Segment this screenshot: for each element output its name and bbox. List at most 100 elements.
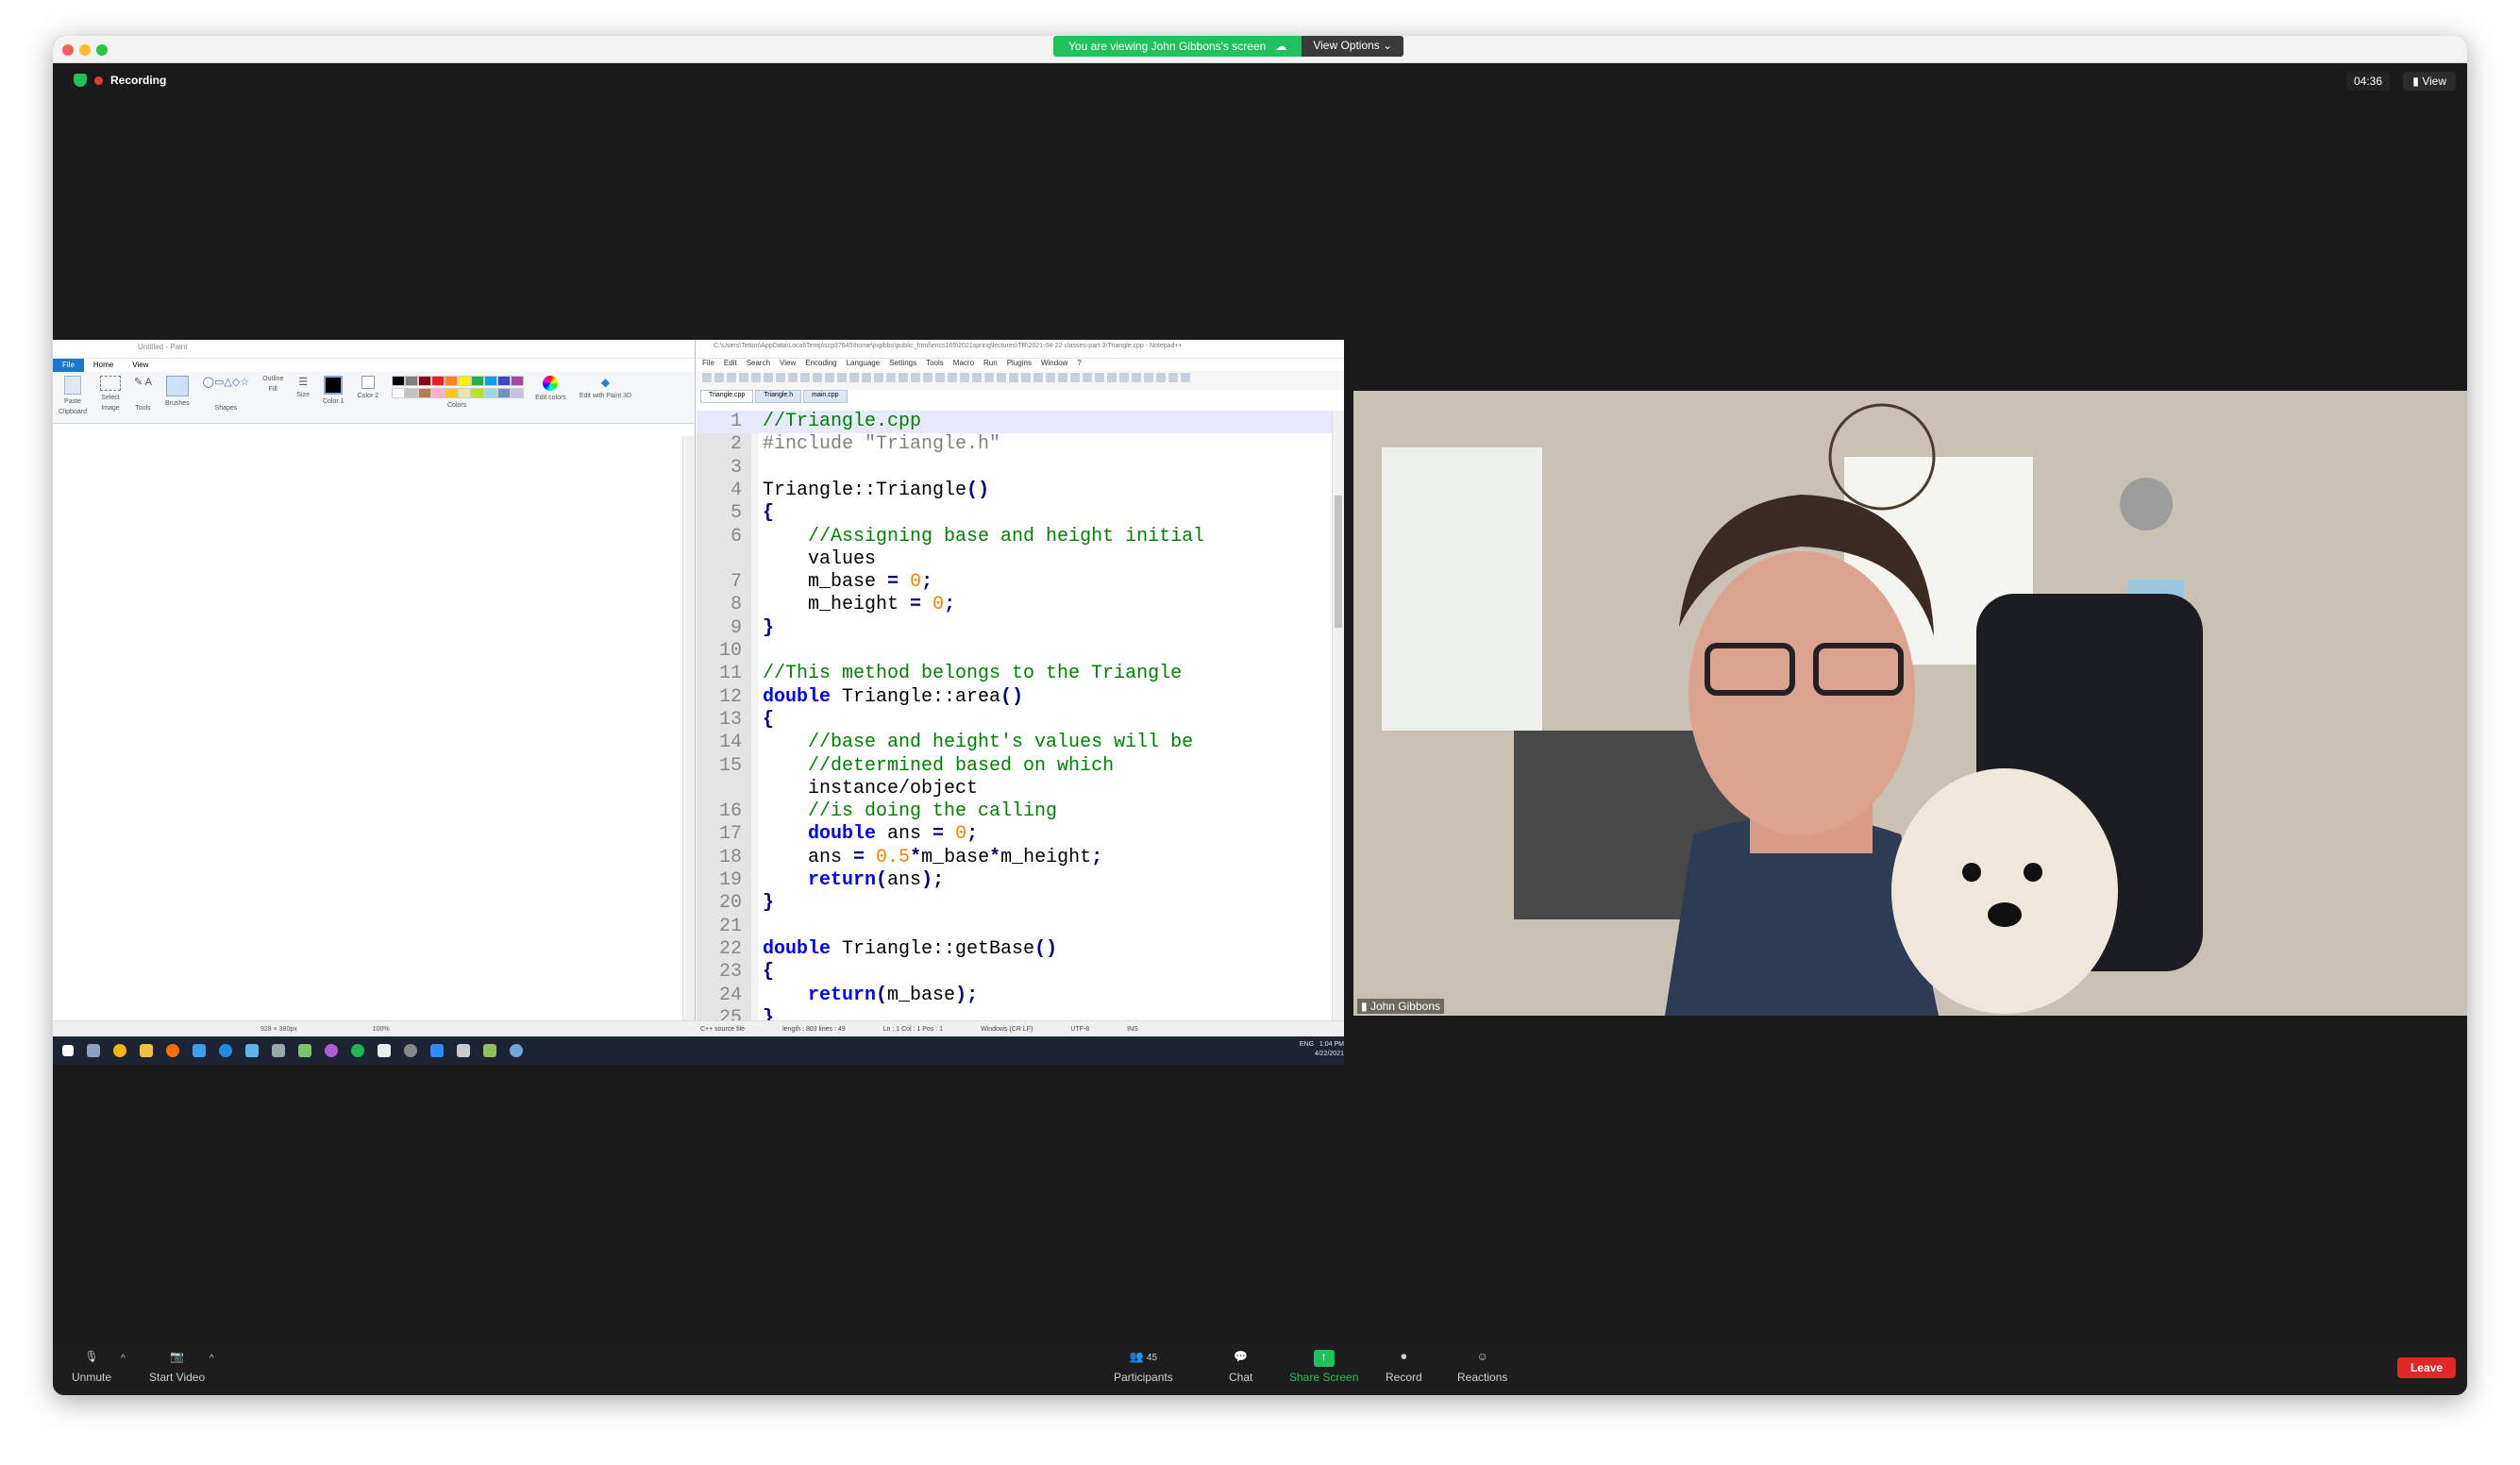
- app-icon-4[interactable]: [272, 1044, 285, 1057]
- toolbar-button-icon[interactable]: [1095, 373, 1104, 382]
- app-icon-1[interactable]: [193, 1044, 206, 1057]
- toolbar-button-icon[interactable]: [1181, 373, 1190, 382]
- chat-button[interactable]: 💬 Chat: [1229, 1350, 1252, 1384]
- toolbar-button-icon[interactable]: [776, 373, 785, 382]
- toolbar-button-icon[interactable]: [751, 373, 761, 382]
- code-line[interactable]: 1 //Triangle.cpp: [697, 411, 1333, 434]
- paste-icon[interactable]: [63, 376, 81, 395]
- tab-triangle-h[interactable]: Triangle.h: [755, 390, 802, 403]
- unmute-button[interactable]: 🎙 Unmute: [72, 1350, 111, 1384]
- toolbar-button-icon[interactable]: [714, 373, 724, 382]
- pencil-icon[interactable]: ✎ A: [134, 376, 152, 388]
- menu-item[interactable]: View: [780, 359, 796, 371]
- palette-swatch[interactable]: [445, 388, 459, 398]
- app-icon-9[interactable]: [457, 1044, 470, 1057]
- color2-swatch[interactable]: [361, 376, 375, 389]
- toolbar-button-icon[interactable]: [1070, 373, 1080, 382]
- windows-start-icon[interactable]: [62, 1045, 74, 1056]
- toolbar-button-icon[interactable]: [948, 373, 957, 382]
- paint-tab-file[interactable]: File: [53, 359, 84, 372]
- menu-item[interactable]: Run: [983, 359, 998, 371]
- editor-scroll-thumb[interactable]: [1335, 496, 1342, 628]
- menu-item[interactable]: File: [702, 359, 714, 371]
- record-button[interactable]: ⏺ Record: [1386, 1350, 1422, 1384]
- paint-scrollbar[interactable]: [682, 436, 695, 1021]
- view-button[interactable]: ▮ View: [2403, 72, 2456, 91]
- toolbar-button-icon[interactable]: [1046, 373, 1055, 382]
- palette-swatch[interactable]: [405, 376, 419, 386]
- toolbar-button-icon[interactable]: [997, 373, 1006, 382]
- menu-item[interactable]: Window: [1041, 359, 1067, 371]
- video-options-chevron-icon[interactable]: ^: [210, 1354, 214, 1364]
- toolbar-button-icon[interactable]: [1033, 373, 1043, 382]
- palette-swatch[interactable]: [471, 388, 485, 398]
- size-icon[interactable]: ☰: [298, 376, 308, 388]
- toolbar-button-icon[interactable]: [764, 373, 773, 382]
- palette-swatch[interactable]: [445, 376, 459, 386]
- toolbar-button-icon[interactable]: [1021, 373, 1031, 382]
- spotify-icon[interactable]: [351, 1044, 364, 1057]
- paint-tab-view[interactable]: View: [123, 359, 158, 372]
- start-video-button[interactable]: 📷 Start Video: [149, 1350, 205, 1384]
- toolbar-button-icon[interactable]: [923, 373, 932, 382]
- toolbar-button-icon[interactable]: [886, 373, 896, 382]
- palette-swatch[interactable]: [511, 376, 525, 386]
- palette-swatch[interactable]: [497, 388, 512, 398]
- file-explorer-icon[interactable]: [140, 1044, 153, 1057]
- language-indicator[interactable]: ENG: [1300, 1041, 1314, 1048]
- palette-swatch[interactable]: [392, 388, 406, 398]
- zoom-window-button[interactable]: [96, 44, 108, 56]
- toolbar-button-icon[interactable]: [1107, 373, 1117, 382]
- tab-main-cpp[interactable]: main.cpp: [803, 390, 848, 403]
- palette-swatch[interactable]: [458, 376, 472, 386]
- toolbar-button-icon[interactable]: [1009, 373, 1018, 382]
- app-icon-8[interactable]: [404, 1044, 417, 1057]
- toolbar-button-icon[interactable]: [1156, 373, 1166, 382]
- paint-tab-home[interactable]: Home: [84, 359, 123, 372]
- code-editor[interactable]: 1 //Triangle.cpp 2 #include "Triangle.h" 3 4 T…: [697, 411, 1333, 1021]
- palette-swatch[interactable]: [484, 388, 498, 398]
- toolbar-button-icon[interactable]: [862, 373, 871, 382]
- share-screen-button[interactable]: ↑ Share Screen: [1289, 1350, 1358, 1384]
- notepadpp-taskbar-icon[interactable]: [483, 1044, 496, 1057]
- menu-item[interactable]: Search: [747, 359, 770, 371]
- chrome-icon[interactable]: [113, 1044, 126, 1057]
- paint-taskbar-icon[interactable]: [510, 1044, 523, 1057]
- toolbar-button-icon[interactable]: [911, 373, 920, 382]
- palette-swatch[interactable]: [484, 376, 498, 386]
- close-window-button[interactable]: [62, 44, 74, 56]
- outline-label[interactable]: Outline: [262, 376, 283, 382]
- menu-item[interactable]: Macro: [953, 359, 974, 371]
- tab-triangle-cpp[interactable]: Triangle.cpp: [700, 390, 754, 403]
- toolbar-button-icon[interactable]: [984, 373, 994, 382]
- app-icon-6[interactable]: [325, 1044, 338, 1057]
- toolbar-button-icon[interactable]: [813, 373, 822, 382]
- menu-item[interactable]: Language: [847, 359, 881, 371]
- palette-swatch[interactable]: [392, 376, 406, 386]
- palette-swatch[interactable]: [431, 388, 445, 398]
- toolbar-button-icon[interactable]: [935, 373, 945, 382]
- color1-swatch[interactable]: [324, 376, 344, 395]
- app-icon-7[interactable]: [378, 1044, 391, 1057]
- toolbar-button-icon[interactable]: [972, 373, 982, 382]
- editor-scrollbar[interactable]: [1332, 411, 1344, 1021]
- app-icon-2[interactable]: [219, 1044, 232, 1057]
- toolbar-button-icon[interactable]: [788, 373, 798, 382]
- select-icon[interactable]: [99, 376, 121, 391]
- palette-swatch[interactable]: [497, 376, 512, 386]
- toolbar-button-icon[interactable]: [849, 373, 859, 382]
- toolbar-button-icon[interactable]: [727, 373, 736, 382]
- menu-item[interactable]: Plugins: [1007, 359, 1032, 371]
- leave-button[interactable]: Leave: [2396, 1357, 2456, 1378]
- toolbar-button-icon[interactable]: [874, 373, 883, 382]
- palette-swatch[interactable]: [458, 388, 472, 398]
- toolbar-button-icon[interactable]: [899, 373, 908, 382]
- zoom-app-icon[interactable]: [430, 1044, 444, 1057]
- fill-label[interactable]: Fill: [269, 386, 277, 393]
- toolbar-button-icon[interactable]: [837, 373, 847, 382]
- palette-swatch[interactable]: [471, 376, 485, 386]
- toolbar-button-icon[interactable]: [1132, 373, 1141, 382]
- palette-swatch[interactable]: [418, 388, 432, 398]
- toolbar-button-icon[interactable]: [960, 373, 969, 382]
- brushes-icon[interactable]: [165, 376, 189, 396]
